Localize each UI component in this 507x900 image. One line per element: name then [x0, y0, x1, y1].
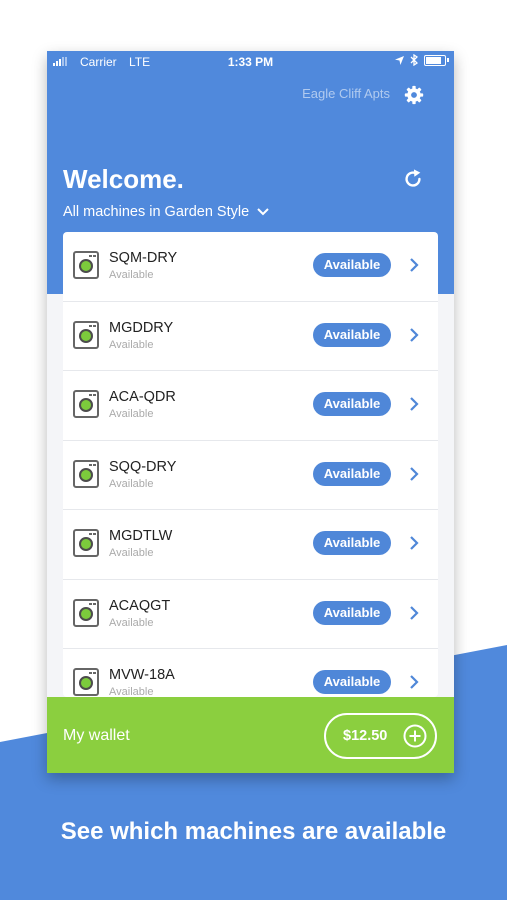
availability-badge: Available: [313, 392, 391, 416]
washer-drum: [79, 259, 93, 273]
washer-icon: [73, 251, 99, 279]
machine-status-text: Available: [109, 616, 154, 629]
washer-drum: [79, 398, 93, 412]
welcome-heading: Welcome.: [63, 164, 184, 194]
refresh-icon[interactable]: [402, 168, 424, 190]
location-arrow-icon: [395, 55, 404, 65]
washer-drum: [79, 537, 93, 551]
availability-badge: Available: [313, 531, 391, 555]
machine-name: MGDTLW: [109, 528, 173, 544]
machine-name: MGDDRY: [109, 319, 174, 336]
machine-row[interactable]: SQQ-DRY Available Available: [63, 441, 438, 510]
status-bar: Carrier LTE 1:33 PM: [47, 51, 454, 73]
wallet-amount: $12.50: [343, 728, 388, 744]
machine-name: SQM-DRY: [109, 250, 178, 266]
chevron-right-icon: [410, 258, 419, 272]
filter-label: All machines in Garden Style: [63, 204, 250, 220]
property-name[interactable]: Eagle Cliff Apts: [302, 86, 390, 101]
washer-knob: [93, 602, 96, 605]
machine-name: ACA-QDR: [109, 389, 176, 405]
washer-knob: [93, 672, 96, 674]
machine-row[interactable]: ACAQGT Available Available: [63, 580, 438, 649]
chevron-right-icon: [410, 536, 419, 550]
machine-name: MVW-18A: [109, 667, 175, 683]
washer-drum: [79, 328, 93, 343]
machine-list: SQM-DRY Available Available MGDDRY Available…: [63, 232, 438, 697]
chevron-right-icon: [410, 675, 419, 689]
chevron-right-icon: [410, 466, 419, 481]
machine-status-text: Available: [109, 338, 154, 351]
washer-knob: [89, 672, 92, 674]
washer-knob: [93, 255, 96, 257]
washer-icon: [73, 390, 99, 418]
machine-name: ACAQGT: [109, 597, 171, 614]
machine-row[interactable]: ACA-QDR Available Available: [63, 371, 438, 441]
availability-badge: Available: [313, 253, 391, 277]
machine-status-text: Available: [109, 477, 154, 490]
washer-knob: [89, 324, 92, 327]
washer-icon: [73, 459, 99, 488]
gear-icon[interactable]: [404, 85, 424, 105]
washer-icon: [73, 668, 99, 696]
add-funds-icon[interactable]: [403, 724, 427, 748]
washer-knob: [93, 324, 96, 327]
washer-knob: [93, 463, 96, 466]
machine-row[interactable]: MGDDRY Available Available: [63, 302, 438, 371]
availability-badge: Available: [313, 322, 391, 347]
chevron-right-icon: [410, 605, 419, 620]
machine-status-text: Available: [109, 686, 154, 697]
washer-drum: [79, 606, 93, 621]
availability-badge: Available: [313, 670, 391, 694]
washer-drum: [79, 676, 93, 690]
machine-row[interactable]: MVW-18A Available Available: [63, 649, 438, 697]
wallet-balance-button[interactable]: $12.50: [324, 713, 437, 759]
wallet-label: My wallet: [63, 727, 130, 744]
washer-knob: [89, 255, 92, 257]
machine-filter-dropdown[interactable]: All machines in Garden Style: [63, 204, 269, 220]
tagline: See which machines are available: [60, 818, 447, 845]
washer-knob: [93, 394, 96, 396]
washer-knob: [89, 533, 92, 535]
chevron-right-icon: [410, 327, 419, 342]
washer-icon: [73, 598, 99, 627]
battery-icon: [424, 54, 449, 66]
machine-row[interactable]: MGDTLW Available Available: [63, 510, 438, 580]
chevron-right-icon: [410, 397, 419, 411]
wallet-bar: My wallet $12.50: [47, 697, 454, 773]
washer-knob: [89, 394, 92, 396]
washer-knob: [89, 602, 92, 605]
bluetooth-icon: [410, 54, 418, 66]
phone-screen: Carrier LTE 1:33 PM Eagle Cliff Apts Wel…: [47, 51, 454, 773]
machine-status-text: Available: [109, 408, 154, 420]
chevron-down-icon: [257, 208, 269, 216]
washer-drum: [79, 467, 93, 482]
machine-status-text: Available: [109, 547, 154, 559]
washer-icon: [73, 529, 99, 557]
washer-icon: [73, 320, 99, 349]
washer-knob: [93, 533, 96, 535]
machine-status-text: Available: [109, 269, 154, 281]
machine-name: SQQ-DRY: [109, 458, 177, 475]
availability-badge: Available: [313, 461, 391, 486]
clock: 1:33 PM: [227, 55, 274, 69]
availability-badge: Available: [313, 600, 391, 625]
machine-row[interactable]: SQM-DRY Available Available: [63, 232, 438, 302]
washer-knob: [89, 463, 92, 466]
